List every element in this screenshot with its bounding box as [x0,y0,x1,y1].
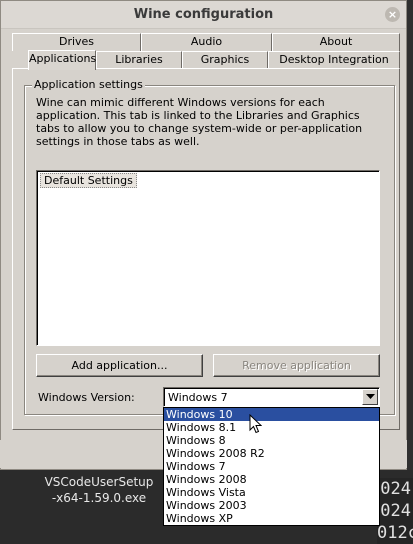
desktop-file-label-line1: VSCodeUserSetup [44,475,154,489]
tab-desktop-integration[interactable]: Desktop Integration [268,51,400,69]
windows-version-dropdown[interactable]: Windows 10 Windows 8.1 Windows 8 Windows… [163,407,380,526]
mouse-pointer-icon [249,413,263,437]
tab-applications[interactable]: Applications [28,50,96,70]
info-text: Wine can mimic different Windows version… [36,96,363,148]
option-windows-vista[interactable]: Windows Vista [164,486,379,499]
desktop-file-label[interactable]: VSCodeUserSetup -x64-1.59.0.exe [40,474,158,506]
option-windows-xp[interactable]: Windows XP [164,512,379,525]
list-item-default-settings[interactable]: Default Settings [40,173,137,188]
application-list[interactable]: Default Settings [36,170,380,346]
option-windows-8-1[interactable]: Windows 8.1 [164,421,379,434]
windows-version-label: Windows Version: [38,391,135,404]
side-text-1: 024 [377,478,413,500]
option-windows-2003[interactable]: Windows 2003 [164,499,379,512]
option-windows-7[interactable]: Windows 7 [164,460,379,473]
close-icon[interactable]: × [385,7,400,22]
option-windows-2008-r2[interactable]: Windows 2008 R2 [164,447,379,460]
side-text-2: 024 [377,500,413,522]
tab-audio[interactable]: Audio [141,33,272,51]
title-bar[interactable]: Wine configuration × [1,1,406,29]
option-windows-10[interactable]: Windows 10 [164,408,379,421]
tab-about[interactable]: About [272,33,400,51]
chevron-down-icon[interactable] [362,389,378,405]
tab-graphics[interactable]: Graphics [182,51,268,69]
tab-libraries[interactable]: Libraries [96,51,182,69]
side-text-3: 012c [377,522,413,544]
application-settings-title: Application settings [32,78,145,91]
tab-drives[interactable]: Drives [12,33,141,51]
windows-version-value: Windows 7 [168,391,228,404]
windows-version-select[interactable]: Windows 7 [163,387,380,407]
remove-application-button[interactable]: Remove application [213,354,380,377]
option-windows-2008[interactable]: Windows 2008 [164,473,379,486]
add-application-button[interactable]: Add application... [36,354,203,377]
option-windows-8[interactable]: Windows 8 [164,434,379,447]
window-title: Wine configuration [133,7,274,22]
desktop-file-label-line2: -x64-1.59.0.exe [51,491,147,505]
